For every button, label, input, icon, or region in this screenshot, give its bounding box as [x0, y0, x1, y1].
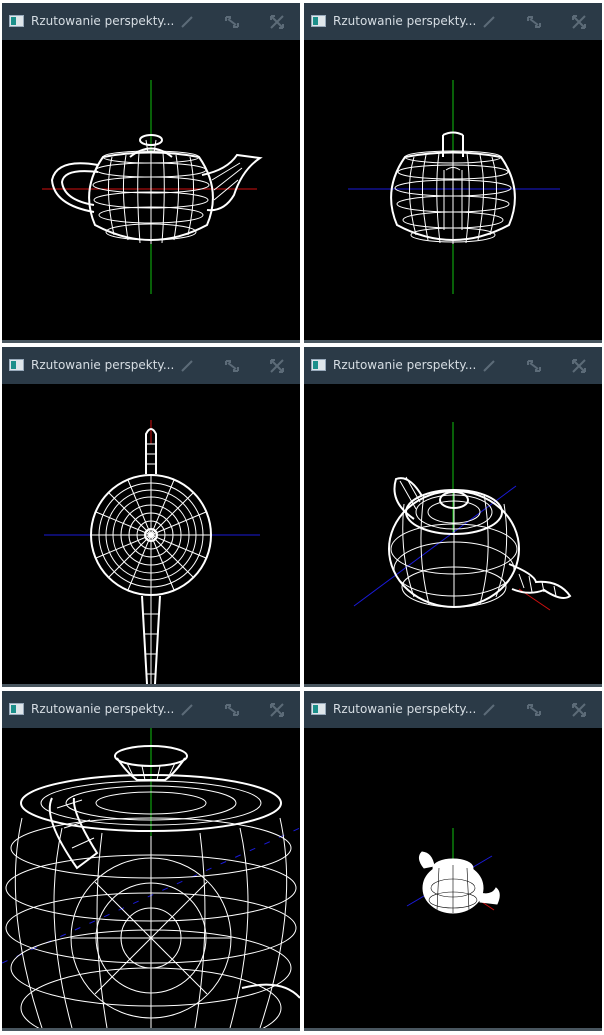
window-title: Rzutowanie perspekty... — [333, 358, 477, 372]
close-icon[interactable] — [268, 13, 286, 31]
window-closeup-view[interactable]: Rzutowanie perspekty... — [2, 691, 300, 1031]
maximize-icon[interactable] — [223, 701, 241, 719]
app-window-icon — [311, 703, 326, 715]
title-bar[interactable]: Rzutowanie perspekty... — [2, 691, 300, 728]
window-title: Rzutowanie perspekty... — [31, 702, 175, 716]
title-bar[interactable]: Rzutowanie perspekty... — [2, 3, 300, 40]
window-iso-view[interactable]: Rzutowanie perspekty... — [304, 347, 602, 687]
close-icon[interactable] — [570, 701, 588, 719]
minimize-icon[interactable] — [480, 357, 498, 375]
app-window-icon — [311, 359, 326, 371]
window-title: Rzutowanie perspekty... — [31, 358, 175, 372]
close-icon[interactable] — [570, 357, 588, 375]
viewport-canvas[interactable] — [304, 384, 602, 684]
close-icon[interactable] — [268, 701, 286, 719]
minimize-icon[interactable] — [178, 13, 196, 31]
window-side-view[interactable]: Rzutowanie perspekty... — [304, 3, 602, 343]
app-window-icon — [9, 703, 24, 715]
viewport-canvas[interactable] — [304, 728, 602, 1028]
window-title: Rzutowanie perspekty... — [31, 14, 175, 28]
app-window-icon — [311, 15, 326, 27]
maximize-icon[interactable] — [525, 357, 543, 375]
maximize-icon[interactable] — [525, 701, 543, 719]
teapot-wireframe — [5, 745, 300, 1028]
minimize-icon[interactable] — [480, 701, 498, 719]
teapot-wireframe — [90, 428, 212, 684]
window-far-view[interactable]: Rzutowanie perspekty... — [304, 691, 602, 1031]
close-icon[interactable] — [570, 13, 588, 31]
title-bar[interactable]: Rzutowanie perspekty... — [2, 347, 300, 384]
minimize-icon[interactable] — [480, 13, 498, 31]
window-title: Rzutowanie perspekty... — [333, 702, 477, 716]
viewport-canvas[interactable] — [304, 40, 602, 340]
window-front-view[interactable]: Rzutowanie perspekty... — [2, 3, 300, 343]
window-title: Rzutowanie perspekty... — [333, 14, 477, 28]
close-icon[interactable] — [268, 357, 286, 375]
viewport-canvas[interactable] — [2, 728, 300, 1028]
app-window-icon — [9, 359, 24, 371]
maximize-icon[interactable] — [223, 13, 241, 31]
window-top-view[interactable]: Rzutowanie perspekty... — [2, 347, 300, 687]
maximize-icon[interactable] — [525, 13, 543, 31]
minimize-icon[interactable] — [178, 357, 196, 375]
title-bar[interactable]: Rzutowanie perspekty... — [304, 3, 602, 40]
viewport-canvas[interactable] — [2, 40, 300, 340]
title-bar[interactable]: Rzutowanie perspekty... — [304, 691, 602, 728]
title-bar[interactable]: Rzutowanie perspekty... — [304, 347, 602, 384]
teapot-wireframe — [388, 476, 572, 608]
minimize-icon[interactable] — [178, 701, 196, 719]
viewport-canvas[interactable] — [2, 384, 300, 684]
maximize-icon[interactable] — [223, 357, 241, 375]
app-window-icon — [9, 15, 24, 27]
